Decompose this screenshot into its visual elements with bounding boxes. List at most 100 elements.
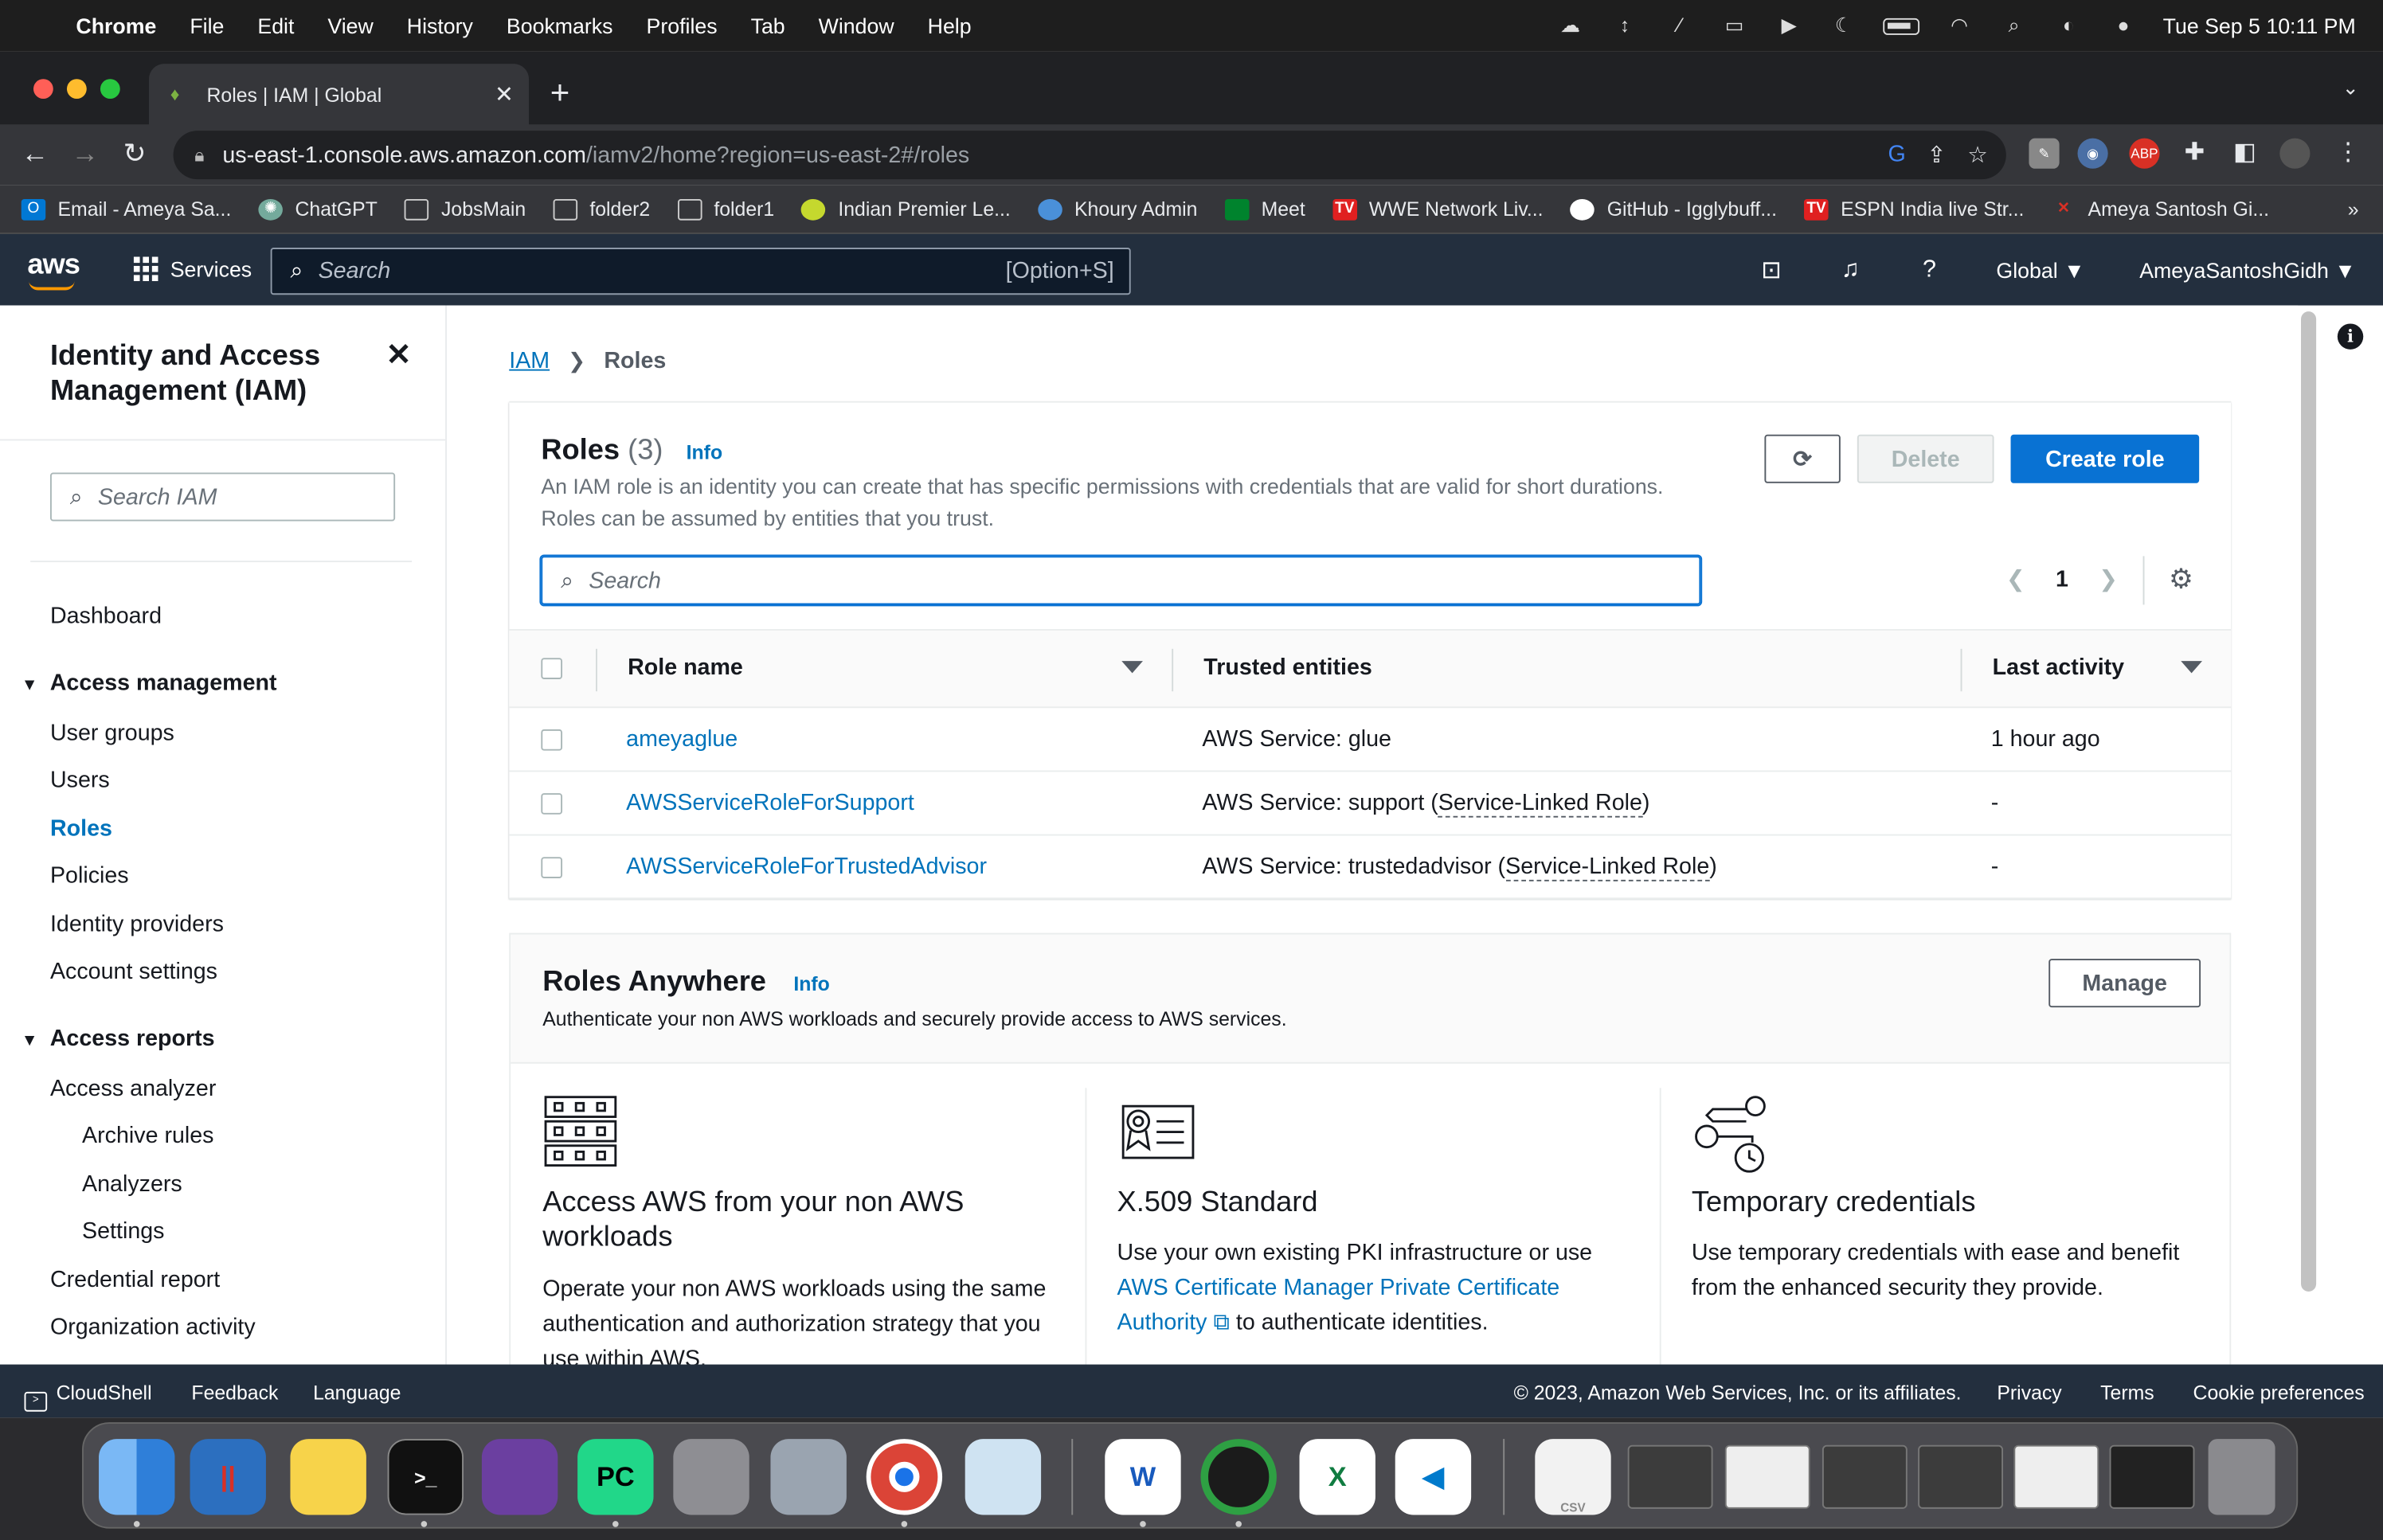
siri-icon[interactable]: ● xyxy=(2108,14,2138,37)
adblock-icon[interactable]: ABP xyxy=(2129,138,2160,169)
bookmark-wwe[interactable]: TV WWE Network Liv... xyxy=(1332,197,1544,221)
sidebar-item-settings[interactable]: Settings xyxy=(82,1218,164,1244)
kebab-menu-icon[interactable]: ⋮ xyxy=(2333,139,2363,169)
aws-logo[interactable]: aws xyxy=(27,249,80,291)
sidebar-item-policies[interactable]: Policies xyxy=(50,863,129,889)
battery-icon[interactable] xyxy=(1883,17,1920,34)
notifications-bell-icon[interactable]: ♫ xyxy=(1811,256,1890,283)
roles-search-input[interactable]: ⌕ Search xyxy=(541,556,1701,605)
bookmark-folder2[interactable]: folder2 xyxy=(553,197,650,221)
info-panel-icon[interactable]: i xyxy=(2337,323,2364,350)
bookmark-meet[interactable]: Meet xyxy=(1224,197,1305,221)
sidebar-item-account-settings[interactable]: Account settings xyxy=(50,959,217,984)
minimize-window-button[interactable] xyxy=(66,79,87,100)
external-link-icon[interactable]: ⧉ xyxy=(1213,1310,1229,1335)
window-thumbnail[interactable] xyxy=(1821,1444,1908,1509)
cookie-preferences-link[interactable]: Cookie preferences xyxy=(2193,1382,2365,1405)
reload-button[interactable]: ↻ xyxy=(123,139,147,170)
aws-search-input[interactable]: ⌕ Search [Option+S] xyxy=(270,248,1131,295)
feather-icon[interactable]: ⁄ xyxy=(1665,14,1695,37)
role-name-link[interactable]: AWSServiceRoleForTrustedAdvisor xyxy=(626,854,987,879)
role-name-link[interactable]: ameyaglue xyxy=(626,726,738,752)
moon-icon[interactable]: ☾ xyxy=(1829,14,1859,37)
cloudshell-icon[interactable]: ⊡ xyxy=(1731,255,1810,285)
bookmark-ameya[interactable]: ✕ Ameya Santosh Gi... xyxy=(2052,197,2269,221)
bookmark-folder1[interactable]: folder1 xyxy=(677,197,774,221)
row-checkbox[interactable] xyxy=(541,793,563,815)
search-icon[interactable]: ⌕ xyxy=(1999,14,2029,37)
window-thumbnail[interactable] xyxy=(2013,1444,2099,1509)
cloudshell-button[interactable]: > CloudShell xyxy=(24,1382,152,1412)
column-trusted-entities[interactable]: Trusted entities xyxy=(1203,655,1372,680)
bookmark-khoury[interactable]: Khoury Admin xyxy=(1038,197,1197,221)
extensions-puzzle-icon[interactable]: ✚ xyxy=(2179,139,2209,169)
back-button[interactable]: ← xyxy=(22,139,49,170)
wifi-icon[interactable]: ◠ xyxy=(1944,14,1974,37)
row-checkbox[interactable] xyxy=(541,729,563,751)
window-thumbnail[interactable] xyxy=(1724,1444,1810,1509)
extension-icon[interactable]: ✎ xyxy=(2029,138,2060,169)
side-panel-icon[interactable]: ◧ xyxy=(2229,139,2260,169)
menu-chrome[interactable]: Chrome xyxy=(76,14,156,38)
share-icon[interactable]: ⇪ xyxy=(1927,141,1947,168)
breadcrumb-iam-link[interactable]: IAM xyxy=(509,348,550,373)
close-tab-icon[interactable]: ✕ xyxy=(495,80,514,107)
select-all-checkbox[interactable] xyxy=(541,658,563,679)
lock-icon[interactable]: 🔒︎ xyxy=(194,143,204,166)
excel-icon[interactable]: X xyxy=(1299,1439,1375,1515)
sidebar-item-organization-activity[interactable]: Organization activity xyxy=(50,1315,256,1340)
upload-icon[interactable]: ↕ xyxy=(1610,14,1640,37)
privacy-link[interactable]: Privacy xyxy=(1997,1382,2061,1405)
bookmark-github[interactable]: GitHub - Igglybuff... xyxy=(1570,197,1777,221)
menu-bookmarks[interactable]: Bookmarks xyxy=(507,14,613,38)
sort-caret-icon[interactable] xyxy=(1121,661,1143,674)
winrar-icon[interactable] xyxy=(481,1439,558,1515)
play-icon[interactable]: ▶ xyxy=(1774,14,1804,37)
vscode-icon[interactable]: ◀ xyxy=(1395,1439,1472,1515)
sidebar-item-identity-providers[interactable]: Identity providers xyxy=(50,912,224,937)
delete-button[interactable]: Delete xyxy=(1857,434,1994,483)
launchpad-icon[interactable] xyxy=(673,1439,749,1515)
search-iam-input[interactable]: ⌕ Search IAM xyxy=(49,472,396,522)
manage-button[interactable]: Manage xyxy=(2048,959,2201,1008)
word-icon[interactable]: W xyxy=(1105,1439,1181,1515)
terms-link[interactable]: Terms xyxy=(2100,1382,2154,1405)
google-lens-icon[interactable]: G xyxy=(1888,141,1906,168)
menu-history[interactable]: History xyxy=(407,14,473,38)
page-scrollbar[interactable] xyxy=(2301,311,2317,1292)
menu-bar-clock[interactable]: Tue Sep 5 10:11 PM xyxy=(2163,14,2356,38)
sidebar-item-dashboard[interactable]: Dashboard xyxy=(50,604,162,629)
profile-avatar[interactable] xyxy=(2279,138,2311,169)
window-thumbnail[interactable] xyxy=(1627,1444,1713,1509)
menu-help[interactable]: Help xyxy=(928,14,972,38)
service-linked-role-tooltip[interactable]: Service-Linked Role xyxy=(1438,790,1642,818)
sync-app-icon[interactable] xyxy=(1200,1439,1277,1515)
info-link[interactable]: Info xyxy=(687,440,722,463)
bookmark-espn[interactable]: TV ESPN India live Str... xyxy=(1804,197,2024,221)
menu-profiles[interactable]: Profiles xyxy=(647,14,718,38)
row-checkbox[interactable] xyxy=(541,857,563,878)
role-name-link[interactable]: AWSServiceRoleForSupport xyxy=(626,790,914,815)
column-role-name[interactable]: Role name xyxy=(628,655,743,680)
sidebar-item-credential-report[interactable]: Credential report xyxy=(50,1267,220,1292)
bookmark-chatgpt[interactable]: ✺ ChatGPT xyxy=(258,197,378,221)
service-linked-role-tooltip[interactable]: Service-Linked Role xyxy=(1505,854,1710,881)
close-sidebar-icon[interactable]: ✕ xyxy=(386,336,412,374)
menu-view[interactable]: View xyxy=(327,14,373,38)
menu-file[interactable]: File xyxy=(190,14,224,38)
create-role-button[interactable]: Create role xyxy=(2010,434,2200,483)
automator-icon[interactable] xyxy=(770,1439,847,1515)
section-access-reports[interactable]: ▼ Access reports xyxy=(22,1026,215,1051)
csv-file-icon[interactable]: CSV xyxy=(1535,1439,1611,1515)
current-page[interactable]: 1 xyxy=(2056,566,2068,592)
chrome-icon[interactable] xyxy=(866,1439,943,1515)
section-access-management[interactable]: ▼ Access management xyxy=(22,670,277,696)
new-tab-button[interactable]: + xyxy=(550,73,570,113)
sidebar-item-roles[interactable]: Roles xyxy=(50,816,112,842)
bookmark-folder-jobsmain[interactable]: JobsMain xyxy=(405,197,526,221)
control-center-icon[interactable]: ◐ xyxy=(2053,14,2084,37)
column-last-activity[interactable]: Last activity xyxy=(1993,655,2124,680)
parallels-icon[interactable]: || xyxy=(190,1439,266,1515)
sidebar-item-archive-rules[interactable]: Archive rules xyxy=(82,1123,213,1148)
prev-page-icon[interactable]: ❮ xyxy=(2006,565,2025,592)
